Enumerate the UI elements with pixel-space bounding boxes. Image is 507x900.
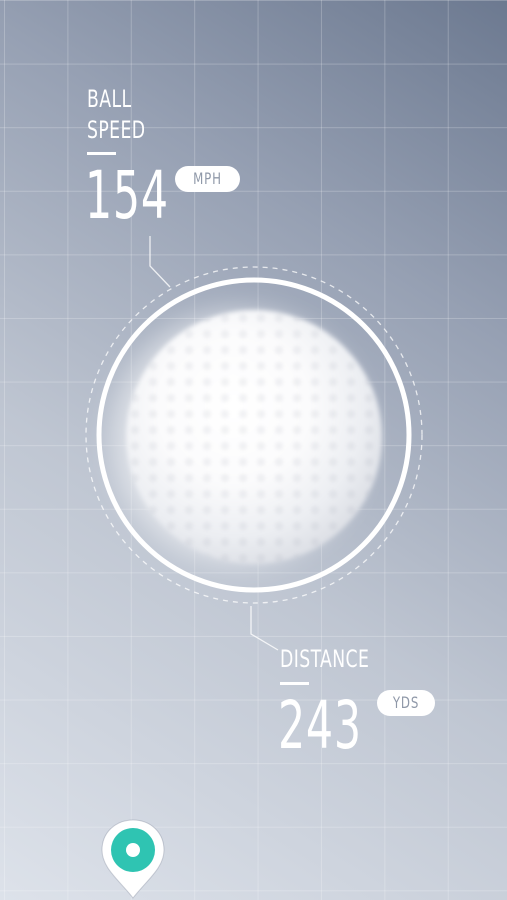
distance-label: DISTANCE	[280, 645, 370, 673]
location-pin-icon[interactable]	[99, 818, 167, 900]
ball-speed-label-line1: BALL	[87, 85, 132, 113]
ball-speed-label-line2: SPEED	[87, 116, 146, 144]
distance-unit-badge: YDS	[377, 690, 435, 716]
ball-speed-value: 154	[85, 157, 169, 234]
ball-speed-unit: MPH	[193, 169, 222, 188]
pin-center-dot	[126, 843, 140, 857]
ball-speed-unit-badge: MPH	[175, 166, 240, 192]
distance-dash	[280, 682, 309, 685]
distance-unit: YDS	[392, 693, 420, 712]
ball-speed-dash	[87, 152, 116, 155]
ball-speed-label: BALL SPEED	[87, 84, 146, 146]
golf-ball-dimples	[126, 310, 382, 564]
distance-value: 243	[278, 687, 362, 764]
